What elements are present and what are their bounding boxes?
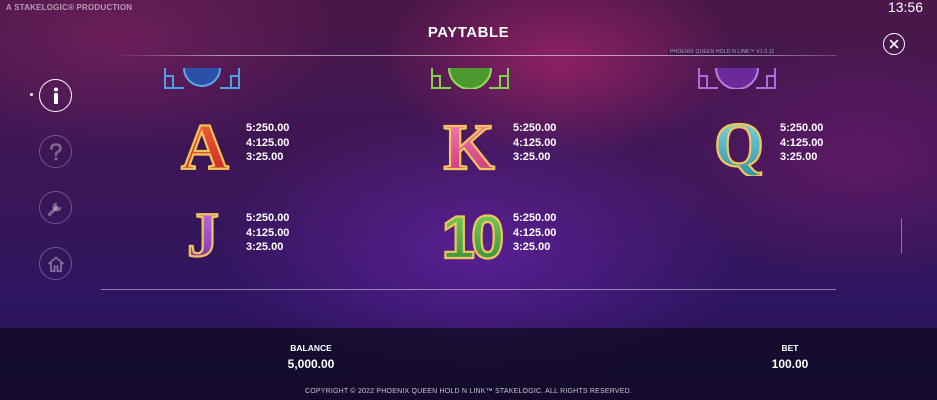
clock: 13:56 [887, 0, 923, 15]
svg-text:Q: Q [714, 109, 764, 176]
balance-value: 5,000.00 [287, 357, 335, 371]
paytable-a: 5:250.00 4:125.00 3:25.00 [246, 122, 290, 163]
svg-text:J: J [187, 199, 219, 264]
paytable-j: 5:250.00 4:125.00 3:25.00 [246, 212, 290, 253]
content-divider [101, 289, 836, 290]
symbol-q-icon: Q [713, 108, 765, 176]
header-divider [112, 55, 837, 56]
top-symbol-purple [698, 68, 776, 89]
sidebar-item-settings[interactable] [39, 191, 72, 224]
paytable-10: 5:250.00 4:125.00 3:25.00 [513, 212, 557, 253]
svg-text:10: 10 [442, 204, 502, 264]
sidebar-item-info[interactable] [39, 79, 72, 112]
page-title: PAYTABLE [427, 24, 510, 41]
close-icon [889, 39, 899, 49]
bet-value: 100.00 [771, 357, 809, 371]
copyright: COPYRIGHT © 2022 PHOENIX QUEEN HOLD N LI… [304, 388, 633, 395]
symbol-j-icon: J [186, 198, 220, 264]
scrollbar[interactable] [901, 218, 902, 254]
close-button[interactable] [883, 33, 905, 55]
top-symbol-blue [164, 68, 240, 89]
wrench-icon [47, 202, 61, 216]
balance-label: BALANCE [290, 343, 332, 353]
sidebar-item-home[interactable] [39, 247, 72, 280]
symbol-k-icon: K [442, 110, 496, 174]
bet-label: BET [781, 343, 799, 353]
top-symbol-green [431, 68, 509, 89]
active-indicator-dot [30, 93, 33, 96]
info-icon [53, 87, 58, 104]
svg-text:K: K [443, 111, 494, 174]
paytable-k: 5:250.00 4:125.00 3:25.00 [513, 122, 557, 163]
question-icon [49, 142, 62, 160]
brand-label: A STAKELOGIC® PRODUCTION [6, 3, 133, 12]
version-label: PHOENIX QUEEN HOLD N LINK™ V1.0.11 [668, 49, 777, 55]
symbol-10-icon: 10 [441, 203, 506, 264]
sidebar-item-help[interactable] [39, 135, 72, 168]
paytable-q: 5:250.00 4:125.00 3:25.00 [780, 122, 824, 163]
home-icon [47, 256, 64, 272]
svg-text:A: A [181, 111, 229, 174]
symbol-a-icon: A [180, 110, 230, 174]
